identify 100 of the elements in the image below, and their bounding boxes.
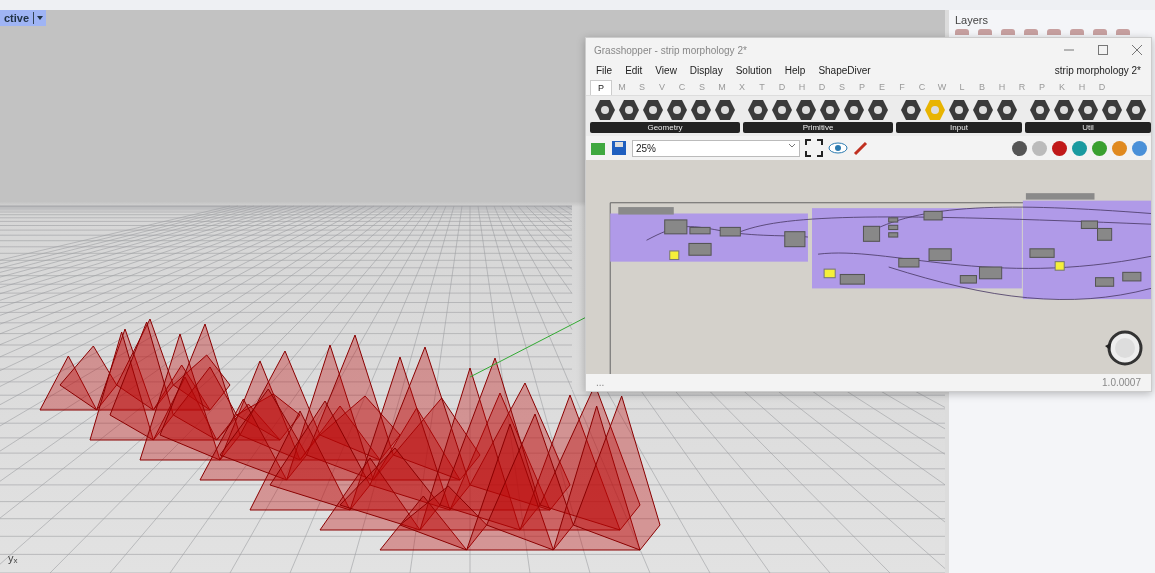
ribbon-tab[interactable]: K xyxy=(1052,80,1072,95)
toolbar-icon[interactable] xyxy=(1070,29,1084,35)
preview-mode-icon[interactable] xyxy=(1012,140,1027,156)
ribbon-tab[interactable]: C xyxy=(672,80,692,95)
component-icon[interactable] xyxy=(690,99,712,121)
panel-node[interactable] xyxy=(1054,261,1065,271)
component-node[interactable] xyxy=(1095,277,1115,287)
component-node[interactable] xyxy=(888,232,899,238)
ribbon-tab[interactable]: M xyxy=(612,80,632,95)
ribbon-tab[interactable]: R xyxy=(1012,80,1032,95)
close-icon[interactable] xyxy=(1131,44,1143,56)
ribbon-tab[interactable]: C xyxy=(912,80,932,95)
ribbon-tab[interactable]: T xyxy=(752,80,772,95)
ribbon-tab[interactable]: B xyxy=(972,80,992,95)
caret-icon[interactable] xyxy=(33,12,45,24)
component-node[interactable] xyxy=(719,226,741,237)
component-icon[interactable] xyxy=(948,99,970,121)
component-node[interactable] xyxy=(1122,271,1142,282)
menu-item[interactable]: Edit xyxy=(625,65,643,76)
zoom-dropdown[interactable]: 25% xyxy=(632,139,800,157)
component-icon[interactable] xyxy=(666,99,688,121)
component-node[interactable] xyxy=(898,257,920,268)
ribbon-tab[interactable]: H xyxy=(792,80,812,95)
ribbon-group-label[interactable]: Primitive xyxy=(743,122,893,133)
toolbar-icon[interactable] xyxy=(1047,29,1061,35)
component-icon[interactable] xyxy=(714,99,736,121)
component-icon[interactable] xyxy=(819,99,841,121)
component-icon[interactable] xyxy=(771,99,793,121)
ribbon-tab[interactable]: P xyxy=(1032,80,1052,95)
ribbon-tab[interactable]: E xyxy=(872,80,892,95)
folder-icon[interactable] xyxy=(590,140,606,156)
display-mode-icon[interactable] xyxy=(1092,140,1107,156)
menu-item[interactable]: Display xyxy=(689,65,723,76)
ribbon-tab[interactable]: P xyxy=(852,80,872,95)
component-icon[interactable] xyxy=(594,99,616,121)
ribbon-tab[interactable]: V xyxy=(652,80,672,95)
component-node[interactable] xyxy=(928,248,952,262)
ribbon-tab[interactable]: W xyxy=(932,80,952,95)
zoom-extents-icon[interactable] xyxy=(805,139,823,157)
component-icon[interactable] xyxy=(642,99,664,121)
component-icon[interactable] xyxy=(1125,99,1147,121)
ribbon-tab[interactable]: S xyxy=(832,80,852,95)
menu-item[interactable]: Help xyxy=(784,65,806,76)
ribbon-tab[interactable]: S xyxy=(692,80,712,95)
component-icon[interactable] xyxy=(867,99,889,121)
component-node[interactable] xyxy=(784,231,806,248)
component-node[interactable] xyxy=(978,266,1003,280)
component-node[interactable] xyxy=(959,275,977,284)
component-icon[interactable] xyxy=(843,99,865,121)
menu-item[interactable]: File xyxy=(596,65,613,76)
component-node[interactable] xyxy=(862,225,881,242)
toolbar-icon[interactable] xyxy=(978,29,992,35)
panel-node[interactable] xyxy=(823,268,836,279)
ribbon-tab[interactable]: D xyxy=(812,80,832,95)
component-icon[interactable] xyxy=(972,99,994,121)
ribbon-tab[interactable]: P xyxy=(590,80,612,95)
save-icon[interactable] xyxy=(611,140,627,156)
display-mode-icon[interactable] xyxy=(1112,140,1127,156)
component-node[interactable] xyxy=(839,273,865,285)
component-icon[interactable] xyxy=(1053,99,1075,121)
component-icon[interactable] xyxy=(747,99,769,121)
viewport-title[interactable]: ctive xyxy=(4,12,30,24)
component-icon[interactable] xyxy=(1077,99,1099,121)
component-icon[interactable] xyxy=(900,99,922,121)
brush-icon[interactable] xyxy=(853,140,869,156)
display-mode-icon[interactable] xyxy=(1072,140,1087,156)
ribbon-group-label[interactable]: Util xyxy=(1025,122,1151,133)
menu-item[interactable]: View xyxy=(655,65,677,76)
navigation-dial-icon[interactable] xyxy=(1103,328,1143,368)
component-node[interactable] xyxy=(664,219,688,235)
ribbon-tab[interactable]: D xyxy=(772,80,792,95)
component-node[interactable] xyxy=(1097,227,1113,241)
viewport-title-button[interactable]: ctive xyxy=(0,10,47,26)
component-node[interactable] xyxy=(888,217,899,223)
panel-node[interactable] xyxy=(669,250,680,261)
maximize-icon[interactable] xyxy=(1097,44,1109,56)
eye-icon[interactable] xyxy=(828,141,848,155)
toolbar-icon[interactable] xyxy=(955,29,969,35)
ribbon-tab[interactable]: H xyxy=(992,80,1012,95)
ribbon-tab[interactable]: X xyxy=(732,80,752,95)
ribbon-tab[interactable]: F xyxy=(892,80,912,95)
component-icon[interactable] xyxy=(618,99,640,121)
component-node[interactable] xyxy=(1080,220,1099,229)
ribbon-tab[interactable]: H xyxy=(1072,80,1092,95)
preview-mode-icon[interactable] xyxy=(1052,140,1067,156)
component-icon[interactable] xyxy=(795,99,817,121)
ribbon-group-label[interactable]: Geometry xyxy=(590,122,740,133)
component-node[interactable] xyxy=(1029,248,1055,258)
caret-icon[interactable] xyxy=(788,142,796,149)
display-mode-icon[interactable] xyxy=(1132,140,1147,156)
component-node[interactable] xyxy=(688,242,712,256)
component-node[interactable] xyxy=(923,210,943,221)
component-node[interactable] xyxy=(888,224,899,231)
toolbar-icon[interactable] xyxy=(1093,29,1107,35)
ribbon-tab[interactable]: M xyxy=(712,80,732,95)
toolbar-icon[interactable] xyxy=(1001,29,1015,35)
component-icon[interactable] xyxy=(1029,99,1051,121)
ribbon-group-label[interactable]: Input xyxy=(896,122,1022,133)
ribbon-tab[interactable]: S xyxy=(632,80,652,95)
component-icon[interactable] xyxy=(1101,99,1123,121)
